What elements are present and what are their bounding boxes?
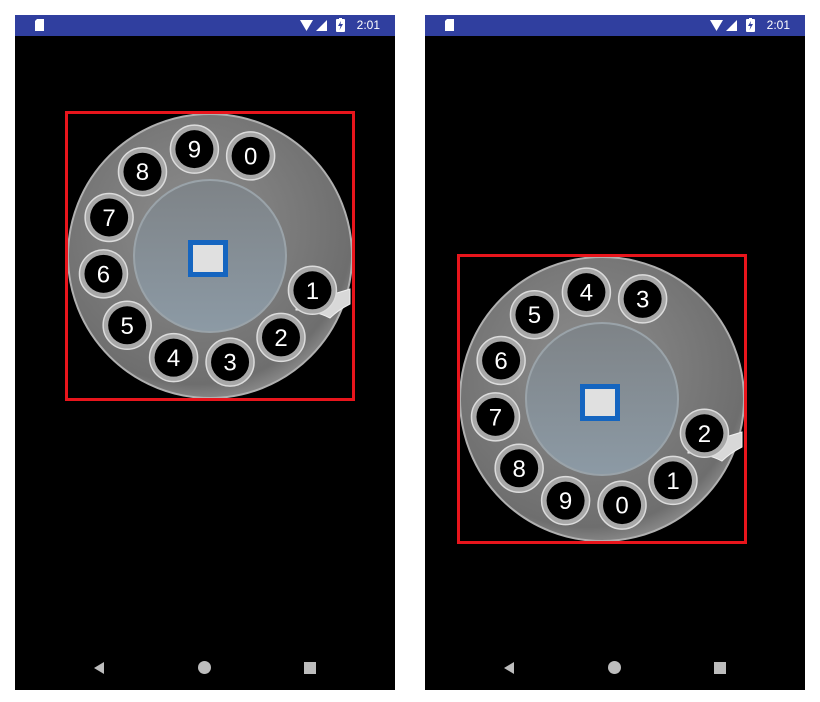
dial-hole-label: 0 <box>244 143 257 170</box>
navigation-bar <box>15 642 395 690</box>
dial-hole-label: 3 <box>636 286 649 313</box>
dial-hole-label: 0 <box>615 493 628 520</box>
phone-screen-right: 2:01 2109876543 <box>425 15 805 690</box>
dial-hole-label: 3 <box>223 350 236 377</box>
dial-hole-label: 5 <box>528 302 541 329</box>
dial-hole-label: 9 <box>188 137 201 164</box>
sd-card-icon <box>35 19 44 31</box>
dial-hole-label: 7 <box>102 205 115 232</box>
back-icon[interactable] <box>504 662 516 674</box>
dial-hole-label: 4 <box>167 345 180 372</box>
dial-hole-label: 7 <box>489 404 502 431</box>
dial-hole-2[interactable]: 2 <box>679 408 730 459</box>
center-button[interactable] <box>580 384 620 421</box>
dial-hole-7[interactable]: 7 <box>84 192 134 243</box>
dial-hole-5[interactable]: 5 <box>102 300 152 351</box>
status-bar: 2:01 <box>15 15 395 36</box>
home-icon[interactable] <box>198 661 211 674</box>
dial-hole-8[interactable]: 8 <box>117 146 168 197</box>
dial-hole-3[interactable]: 3 <box>205 337 255 387</box>
dial-hole-label: 4 <box>580 280 593 307</box>
status-time: 2:01 <box>356 18 380 32</box>
dial-hole-9[interactable]: 9 <box>169 124 220 174</box>
dial-hole-label: 2 <box>698 421 711 448</box>
dial-hole-4[interactable]: 4 <box>561 267 612 317</box>
recents-icon[interactable] <box>304 662 316 674</box>
dial-hole-2[interactable]: 2 <box>256 312 306 363</box>
dial-hole-1[interactable]: 1 <box>648 455 698 506</box>
dial-hole-6[interactable]: 6 <box>476 335 526 386</box>
wifi-icon <box>300 20 313 31</box>
dial-hole-label: 1 <box>666 468 679 495</box>
dial-hole-3[interactable]: 3 <box>617 274 668 324</box>
sd-card-icon <box>445 19 454 31</box>
status-bar: 2:01 <box>425 15 805 36</box>
dial-hole-0[interactable]: 0 <box>225 131 276 181</box>
home-icon[interactable] <box>608 661 621 674</box>
dial-hole-9[interactable]: 9 <box>540 475 591 526</box>
dial-hole-label: 5 <box>120 313 133 340</box>
battery-charging-icon <box>746 18 755 32</box>
recents-icon[interactable] <box>714 662 726 674</box>
dial-hole-label: 2 <box>274 325 287 352</box>
wifi-icon <box>710 20 723 31</box>
center-button[interactable] <box>188 240 228 277</box>
rotary-dial-container: 1234567890 <box>65 111 355 401</box>
battery-charging-icon <box>336 18 345 32</box>
dial-hole-8[interactable]: 8 <box>494 443 544 494</box>
dial-hole-label: 6 <box>494 348 507 375</box>
dial-hole-1[interactable]: 1 <box>287 265 338 316</box>
dial-hole-7[interactable]: 7 <box>470 392 521 442</box>
dial-hole-label: 8 <box>136 159 149 186</box>
rotary-dial-container: 2109876543 <box>457 254 747 544</box>
navigation-bar <box>425 642 805 690</box>
dial-hole-5[interactable]: 5 <box>509 289 560 340</box>
dial-hole-label: 9 <box>559 488 572 515</box>
back-icon[interactable] <box>94 662 106 674</box>
dial-hole-label: 1 <box>306 278 319 305</box>
dial-hole-0[interactable]: 0 <box>597 480 647 530</box>
signal-icon <box>726 20 737 31</box>
signal-icon <box>316 20 327 31</box>
dial-hole-label: 6 <box>97 261 110 288</box>
dial-hole-label: 8 <box>512 456 525 483</box>
dial-hole-4[interactable]: 4 <box>148 332 199 383</box>
status-time: 2:01 <box>766 18 790 32</box>
dial-hole-6[interactable]: 6 <box>78 249 129 299</box>
phone-screen-left: 2:01 1234567890 <box>15 15 395 690</box>
